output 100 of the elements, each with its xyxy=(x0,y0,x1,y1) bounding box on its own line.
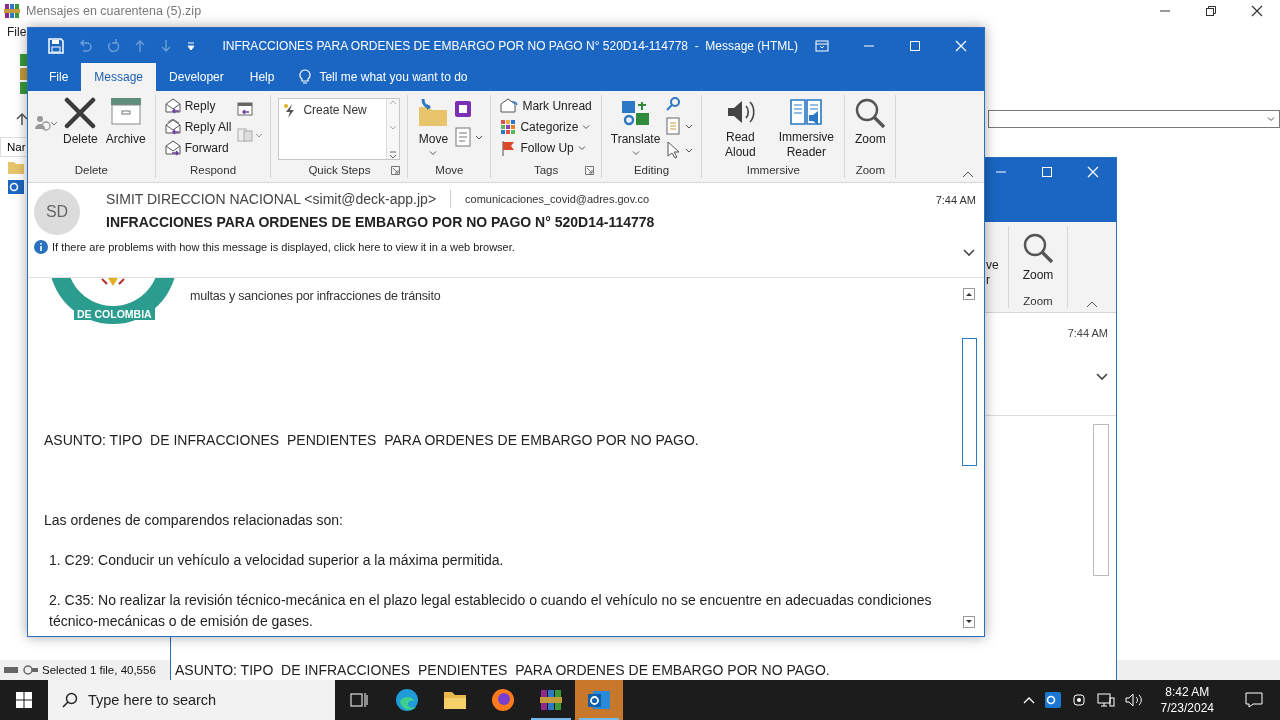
column-header[interactable]: Nar xyxy=(0,137,26,157)
search-icon xyxy=(62,692,78,708)
people-icon[interactable] xyxy=(35,115,57,131)
status-text: Selected 1 file, 40,556 xyxy=(42,664,156,676)
group-label: Move xyxy=(435,164,464,177)
scrollbar[interactable] xyxy=(1093,424,1109,576)
task-view-icon xyxy=(350,692,368,708)
archive-app-icon xyxy=(4,3,20,19)
ribbon-label: ve xyxy=(986,258,1000,273)
ribbon-button[interactable]: Read Aloud xyxy=(709,95,772,163)
ribbon-button[interactable]: Immersive Reader xyxy=(775,95,838,163)
ribbon-button[interactable]: Forward xyxy=(162,139,234,157)
notification-icon[interactable] xyxy=(1245,692,1263,708)
reply-all-icon xyxy=(164,119,181,135)
meeting-icon[interactable] xyxy=(237,101,254,117)
group-label: Quick Steps xyxy=(308,164,371,177)
clock-time[interactable]: 8:42 AM xyxy=(1165,684,1210,700)
ribbon-tab[interactable]: Developer xyxy=(156,63,237,91)
lightbulb-icon xyxy=(299,69,312,85)
group-label: Tags xyxy=(533,164,559,177)
book-icon xyxy=(789,97,824,127)
color-grid-icon xyxy=(500,119,517,135)
cursor-icon[interactable] xyxy=(666,141,695,159)
group-label: Zoom xyxy=(855,164,886,177)
body-text: ASUNTO: TIPO DE INFRACCIONES PENDIENTES PARA ORDENES DE EMBARGO POR NO PAGO. xyxy=(175,662,830,678)
scroll-thumb[interactable] xyxy=(961,338,977,466)
forward-icon xyxy=(164,140,181,156)
browser-icon xyxy=(395,688,419,712)
body-paragraph: 1. C29: Conducir un vehículo a velocidad superior a la máxima permitida. xyxy=(48,551,505,570)
ribbon-tab[interactable]: Help xyxy=(236,63,288,91)
chevron-up-icon[interactable] xyxy=(1022,696,1035,704)
message-subject: INFRACCIONES PARA ORDENES DE EMBARGO POR NO PAGO N° 520D14-114778 xyxy=(106,214,656,230)
dialog-launcher-icon[interactable] xyxy=(391,165,401,175)
folder-icon xyxy=(417,97,450,129)
ribbon-button[interactable]: Categorize xyxy=(498,118,594,136)
ribbon-button[interactable]: Follow Up xyxy=(498,139,594,157)
message-time: 7:44 AM xyxy=(935,193,976,206)
body-paragraph: ASUNTO: TIPO DE INFRACCIONES PENDIENTES PARA ORDENES DE EMBARGO POR NO PAGO. xyxy=(44,431,700,450)
mail-app-icon[interactable] xyxy=(1044,692,1061,708)
ribbon-button[interactable]: Mark Unread xyxy=(498,97,594,115)
window-title: Mensajes en cuarentena (5).zip xyxy=(26,4,203,18)
collapse-ribbon-icon[interactable] xyxy=(1086,301,1098,308)
save-icon[interactable] xyxy=(48,37,64,54)
collapse-ribbon-icon[interactable] xyxy=(962,171,974,178)
body-paragraph: 2. C35: No realizar la revisión técnico-mecánica en el plazo legal establecido o cuando el vehículo no se encuentre en adecuadas condiciones técnico-mecánicas o de emisión de gases. xyxy=(48,591,933,631)
ribbon-tab[interactable]: File xyxy=(36,63,82,91)
group-label: Zoom xyxy=(1023,295,1053,308)
group-label: Respond xyxy=(190,164,237,177)
quick-steps-gallery[interactable]: Create New xyxy=(278,98,401,160)
search-field[interactable]: Type here to search xyxy=(48,680,335,720)
drive-icon xyxy=(4,665,38,675)
start-icon xyxy=(16,692,32,708)
info-bar-link[interactable]: If there are problems with how this message is displayed, click here to view it in a web browser. xyxy=(52,241,515,253)
customize-icon[interactable] xyxy=(186,40,196,51)
reply-icon xyxy=(164,98,181,114)
ribbon-button[interactable]: Zoom xyxy=(852,95,889,163)
maximize-icon[interactable] xyxy=(909,39,921,52)
sender: SIMIT DIRECCION NACIONAL <simit@deck-app.jp> xyxy=(106,191,437,207)
close-icon[interactable] xyxy=(1251,5,1263,17)
ribbon-options-icon[interactable] xyxy=(815,39,829,52)
volume-icon[interactable] xyxy=(1124,692,1143,708)
restore-icon[interactable] xyxy=(1205,5,1217,17)
maximize-icon[interactable] xyxy=(1041,166,1053,178)
archive-app-icon xyxy=(539,688,563,712)
ribbon-button[interactable]: Move xyxy=(415,95,452,163)
scroll-up-icon[interactable] xyxy=(963,288,975,300)
notebook-icon[interactable] xyxy=(455,101,472,117)
sender-avatar: SD xyxy=(34,189,80,235)
quick-step[interactable]: Create New xyxy=(279,99,387,159)
tell-me-field[interactable]: Tell me what you want to do xyxy=(319,70,468,84)
dialog-launcher-icon[interactable] xyxy=(584,165,594,175)
magnifier-icon xyxy=(1022,232,1054,264)
menu-item[interactable]: File xyxy=(7,25,27,39)
ribbon-button[interactable]: Delete xyxy=(61,95,100,163)
ribbon-tab[interactable]: Message xyxy=(81,63,157,91)
info-icon xyxy=(34,240,48,254)
ribbon-button[interactable]: Reply All xyxy=(162,118,234,136)
up-arrow-icon[interactable] xyxy=(16,112,28,126)
logo-tagline: multas y sanciones por infracciones de tránsito xyxy=(190,289,441,303)
tray-icon[interactable] xyxy=(1070,692,1087,708)
group-label: Editing xyxy=(633,164,670,177)
network-icon[interactable] xyxy=(1096,692,1115,708)
address-field[interactable] xyxy=(988,110,1280,128)
find-icon[interactable] xyxy=(666,97,681,111)
more-icon[interactable] xyxy=(389,151,398,159)
ribbon-button[interactable]: Reply xyxy=(162,97,234,115)
message-time: 7:44 AM xyxy=(1067,327,1108,339)
ribbon-button[interactable]: Translate xyxy=(608,95,663,163)
magnifier-icon xyxy=(854,97,887,129)
ribbon-label: r xyxy=(986,273,991,288)
zoom-button[interactable]: Zoom xyxy=(1022,232,1054,282)
chevron-down-icon[interactable] xyxy=(963,249,975,257)
window-title: INFRACCIONES PARA ORDENES DE EMBARGO POR NO PAGO N° 520D14-114778 - Message (HTML) xyxy=(221,38,798,53)
scroll-down-icon[interactable] xyxy=(963,616,975,628)
folder-icon xyxy=(8,160,24,174)
ribbon-button[interactable]: Archive xyxy=(103,95,148,163)
mail-file-icon xyxy=(8,180,24,194)
recipient: comunicaciones_covid@adres.gov.co xyxy=(465,193,650,205)
chevron-down-icon[interactable] xyxy=(1096,373,1108,381)
clock-date[interactable]: 7/23/2024 xyxy=(1160,700,1214,716)
